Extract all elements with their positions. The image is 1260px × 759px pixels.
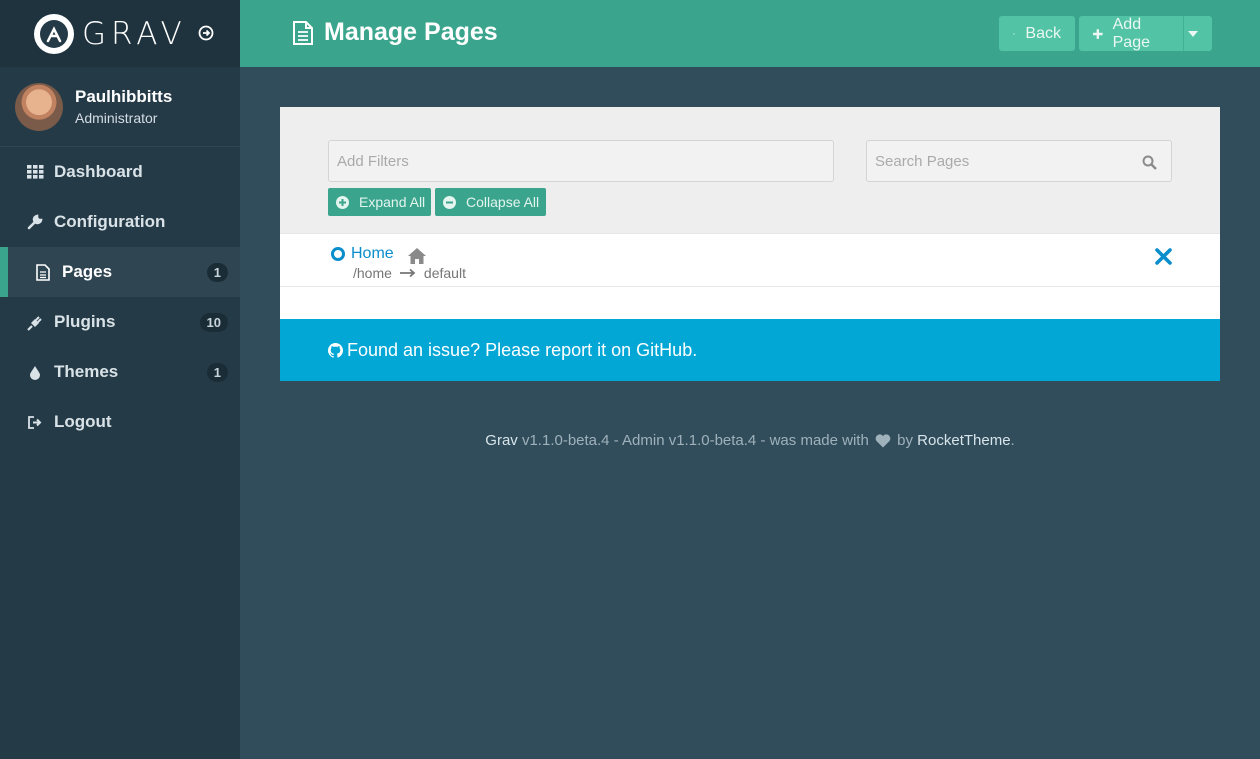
page-template: default: [423, 265, 466, 281]
file-icon: [34, 263, 52, 281]
user-name: Paulhibbitts: [75, 87, 173, 106]
collapse-all-button[interactable]: Collapse All: [435, 188, 546, 216]
add-page-button-label: Add Page: [1112, 15, 1150, 51]
sidebar-item-label: Dashboard: [54, 162, 143, 181]
sidebar-item-pages[interactable]: Pages 1: [0, 247, 240, 297]
notice-text: Found an issue? Please report it on GitH…: [347, 339, 698, 360]
sidebar-item-label: Themes: [54, 362, 119, 381]
sidebar-item-themes[interactable]: Themes 1: [0, 347, 240, 397]
sidebar-item-dashboard[interactable]: Dashboard: [0, 147, 240, 197]
expand-all-label: Expand All: [359, 194, 426, 210]
tint-icon: [26, 363, 44, 381]
plug-icon: [26, 313, 44, 331]
minus-circle-icon: [443, 195, 456, 209]
avatar: [15, 82, 63, 131]
footer-end-text: .: [1010, 432, 1015, 449]
sidebar-item-label: Pages: [62, 262, 113, 281]
arrow-circle-right-icon[interactable]: [198, 25, 214, 41]
collapse-all-label: Collapse All: [466, 194, 540, 210]
file-text-icon: [293, 20, 313, 45]
user-role: Administrator: [75, 110, 158, 126]
add-page-button[interactable]: Add Page: [1079, 16, 1183, 51]
sidebar-item-configuration[interactable]: Configuration: [0, 197, 240, 247]
sidebar-item-plugins[interactable]: Plugins 10: [0, 297, 240, 347]
github-issue-notice[interactable]: Found an issue? Please report it on GitH…: [280, 319, 1220, 381]
plus-circle-icon: [336, 195, 349, 209]
github-icon: [328, 342, 343, 358]
reply-icon: [1013, 32, 1016, 35]
caret-down-icon: [1188, 30, 1198, 37]
sidebar: GRAV Paulhibbitts Administrator Dashboar…: [0, 0, 240, 759]
pages-count-badge: 1: [206, 262, 228, 282]
footer: Grav v1.1.0-beta.4 - Admin v1.1.0-beta.4…: [240, 432, 1260, 449]
plugins-count-badge: 10: [199, 312, 228, 332]
page-title-text: Manage Pages: [324, 18, 498, 46]
grid-icon: [26, 163, 44, 181]
page-title: Manage Pages: [292, 18, 498, 47]
long-arrow-right-icon: [399, 268, 416, 278]
search-placeholder: Search Pages: [875, 152, 970, 170]
filters-area: Add Filters Search Pages Expand All Coll…: [280, 107, 1220, 233]
plus-icon: [1093, 28, 1103, 39]
brand-name: GRAV: [82, 15, 187, 52]
pages-panel: Add Filters Search Pages Expand All Coll…: [280, 107, 1220, 319]
sign-out-icon: [26, 413, 44, 431]
filters-input[interactable]: Add Filters: [328, 140, 834, 182]
rockettheme-link[interactable]: RocketTheme: [917, 432, 1010, 449]
footer-by-text: by: [892, 432, 918, 449]
add-page-dropdown-toggle[interactable]: [1183, 16, 1212, 51]
themes-count-badge: 1: [206, 362, 228, 382]
sidebar-nav: Dashboard Configuration Pages 1 Plugins …: [0, 147, 240, 447]
top-header: Manage Pages Back Add Page: [240, 0, 1260, 67]
page-row: Home /home default: [280, 233, 1220, 287]
search-input[interactable]: Search Pages: [866, 140, 1172, 182]
sidebar-item-label: Configuration: [54, 212, 166, 231]
grav-logo-icon[interactable]: [34, 13, 74, 54]
page-route-info: /home default: [353, 265, 466, 281]
sidebar-item-logout[interactable]: Logout: [0, 397, 240, 447]
search-icon[interactable]: [1142, 155, 1157, 170]
back-button-label: Back: [1025, 24, 1061, 42]
footer-version-text: v1.1.0-beta.4 - Admin v1.1.0-beta.4 - wa…: [517, 432, 873, 449]
delete-page-icon[interactable]: [1155, 248, 1172, 265]
page-status-icon[interactable]: [331, 247, 345, 261]
sidebar-item-label: Logout: [54, 412, 112, 431]
page-title-link[interactable]: Home: [351, 245, 394, 263]
page-route: /home: [353, 265, 392, 281]
user-profile[interactable]: Paulhibbitts Administrator: [0, 67, 240, 147]
sidebar-item-label: Plugins: [54, 312, 116, 331]
wrench-icon: [26, 213, 44, 231]
grav-link[interactable]: Grav: [485, 432, 518, 449]
back-button[interactable]: Back: [999, 16, 1075, 51]
heart-icon: [875, 434, 891, 448]
home-icon: [408, 248, 426, 264]
logo-bar: GRAV: [0, 0, 240, 67]
expand-all-button[interactable]: Expand All: [328, 188, 431, 216]
